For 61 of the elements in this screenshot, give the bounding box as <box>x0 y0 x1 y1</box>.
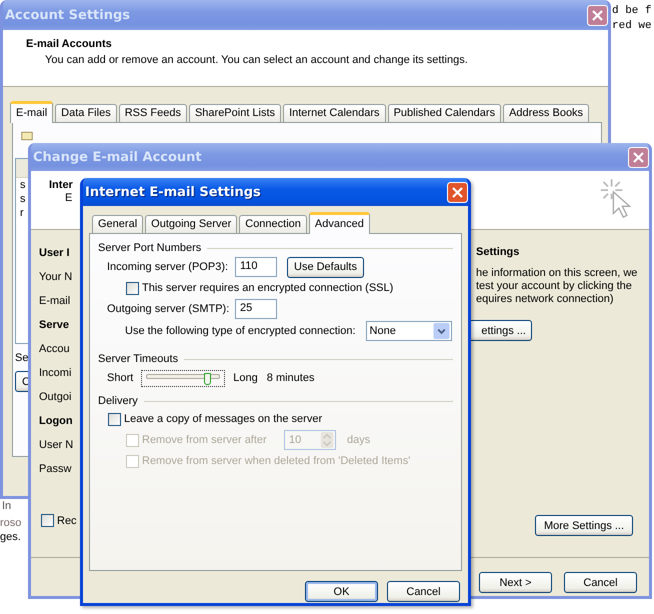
window-title: Change E-mail Account <box>33 150 202 164</box>
field-label: Accou <box>39 342 70 357</box>
timeout-reading: 8 minutes <box>266 372 314 384</box>
description-text: test your account by clicking the <box>476 280 633 293</box>
dropdown-icon <box>432 323 450 339</box>
group-heading: Server Port Numbers <box>98 242 202 254</box>
spinner-arrows-icon <box>320 432 334 448</box>
timeout-slider[interactable] <box>141 370 226 386</box>
field-label: Outgoing server (SMTP): <box>107 303 230 315</box>
checkbox-label: Remove from server when deleted from 'Deleted Items' <box>142 455 410 467</box>
encryption-dropdown[interactable]: None <box>366 321 452 341</box>
page-subtitle: E <box>65 192 72 204</box>
port-field[interactable]: 25 <box>235 299 277 319</box>
section-heading: Serve <box>39 318 69 333</box>
section-description: You can add or remove an account. You can select an account and change its settings. <box>45 54 469 66</box>
list-header: In <box>1 499 12 514</box>
use-defaults-button[interactable]: Use Defaults <box>287 256 364 278</box>
section-heading: E-mail Accounts <box>26 38 113 50</box>
tab[interactable]: Advanced <box>308 212 370 234</box>
checkbox[interactable] <box>108 412 121 426</box>
checkbox-label: Rec <box>57 514 77 526</box>
field-label: Outgoi <box>39 390 72 405</box>
list-item[interactable]: s <box>16 178 26 192</box>
list-item: ges. <box>0 531 21 543</box>
field-label: Use the following type of encrypted connection: <box>125 325 356 337</box>
slider-label: Long <box>233 372 258 384</box>
field-label: Incomi <box>39 366 72 381</box>
section-heading: Settings <box>476 246 520 258</box>
selected-label: Se <box>15 352 28 364</box>
field-label: Your N <box>39 270 72 285</box>
dialog-button[interactable]: OK <box>305 581 378 602</box>
group-heading: Server Timeouts <box>98 353 178 365</box>
page-heading: Inter <box>49 179 73 191</box>
dialog-button[interactable]: Cancel <box>387 581 460 602</box>
tab[interactable]: General <box>92 215 144 233</box>
unit-label: days <box>347 434 370 446</box>
checkbox-label: Leave a copy of messages on the server <box>124 413 322 425</box>
port-field[interactable]: 110 <box>235 257 277 277</box>
section-heading: User I <box>39 246 70 261</box>
window-title: Account Settings <box>5 8 130 22</box>
field-label: User N <box>39 438 74 453</box>
slider-label: Short <box>107 372 134 384</box>
description-text: equires network connection) <box>476 293 615 306</box>
close-button[interactable] <box>447 182 468 202</box>
group-heading: Delivery <box>98 395 138 407</box>
checkbox-label: This server requires an encrypted connection (SSL) <box>142 282 394 294</box>
tab[interactable]: Connection <box>239 215 307 233</box>
list-item: roso <box>0 517 22 529</box>
checkbox[interactable] <box>126 282 139 294</box>
description-text: he information on this screen, we <box>476 267 638 280</box>
field-label: Passw <box>39 462 72 477</box>
list-item[interactable]: s <box>16 192 26 206</box>
tab[interactable]: Outgoing Server <box>145 215 238 233</box>
window-title: Internet E-mail Settings <box>85 184 261 200</box>
list-item[interactable]: r <box>16 206 24 220</box>
background-text: d be f <box>612 4 652 19</box>
background-text: red we <box>612 19 652 34</box>
section-heading: Logon <box>39 414 73 429</box>
checkbox-label: Remove from server after <box>142 434 268 446</box>
field-label: Incoming server (POP3): <box>107 261 230 273</box>
field-label: E-mail <box>39 294 70 309</box>
